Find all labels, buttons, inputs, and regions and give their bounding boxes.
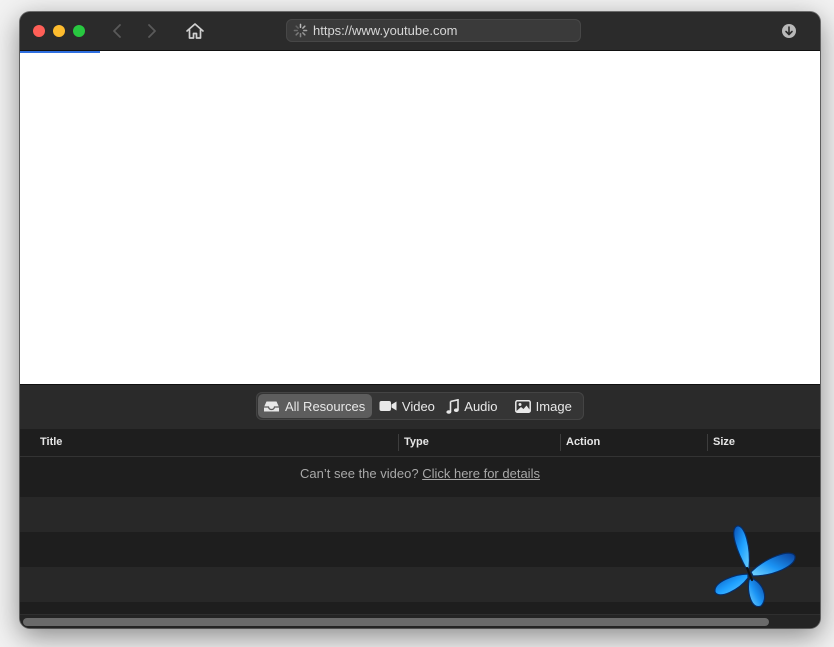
column-header-type[interactable]: Type [404, 436, 429, 448]
app-window: https://www.youtube.com All Resources Vi… [20, 12, 820, 628]
details-link[interactable]: Click here for details [422, 466, 540, 481]
column-header-action[interactable]: Action [566, 436, 600, 448]
maximize-window-button[interactable] [73, 25, 85, 37]
column-header-size[interactable]: Size [713, 436, 735, 448]
column-divider[interactable] [560, 434, 561, 451]
title-bar: https://www.youtube.com [20, 12, 820, 51]
filter-audio-label: Audio [464, 398, 498, 414]
photo-icon [514, 399, 531, 413]
home-button[interactable] [184, 21, 206, 41]
horizontal-scrollbar[interactable] [20, 614, 820, 628]
resources-table-header: Title Type Action Size [20, 429, 820, 457]
table-row: Can’t see the video? Click here for deta… [20, 457, 820, 497]
address-bar[interactable]: https://www.youtube.com [286, 19, 581, 42]
home-icon [186, 23, 204, 39]
back-button[interactable] [107, 22, 127, 40]
download-arrow-icon [782, 24, 796, 38]
video-camera-icon [379, 401, 397, 411]
table-row [20, 497, 820, 532]
chevron-left-icon [113, 24, 121, 38]
filter-toolbar: All Resources Video Audio Image [20, 384, 820, 429]
table-row [20, 532, 820, 567]
url-text[interactable]: https://www.youtube.com [313, 23, 458, 38]
column-divider[interactable] [398, 434, 399, 451]
scrollbar-thumb[interactable] [23, 618, 769, 626]
resources-panel: All Resources Video Audio Image Title Ty… [20, 384, 820, 628]
close-window-button[interactable] [33, 25, 45, 37]
filter-video[interactable]: Video [374, 394, 441, 418]
table-row [20, 567, 820, 602]
music-note-icon [446, 398, 460, 414]
filter-image-label: Image [535, 398, 572, 414]
filter-audio[interactable]: Audio [441, 394, 509, 418]
minimize-window-button[interactable] [53, 25, 65, 37]
column-header-title[interactable]: Title [40, 436, 62, 448]
page-load-progress-bar [20, 51, 100, 53]
inbox-tray-icon [264, 401, 279, 411]
filter-video-label: Video [401, 398, 435, 414]
forward-button[interactable] [142, 22, 162, 40]
loading-spinner-icon [293, 23, 308, 38]
help-notice-text: Can’t see the video? [300, 466, 419, 481]
help-notice: Can’t see the video? Click here for deta… [20, 466, 820, 481]
downloads-button[interactable] [781, 23, 797, 39]
butterfly-mascot-icon [714, 525, 796, 608]
web-content-view[interactable] [20, 51, 820, 384]
table-row [20, 602, 820, 614]
resource-filter-segmented-control: All Resources Video Audio Image [256, 392, 584, 420]
column-divider[interactable] [707, 434, 708, 451]
chevron-right-icon [148, 24, 156, 38]
filter-image[interactable]: Image [510, 394, 584, 418]
filter-all-resources-label: All Resources [285, 398, 366, 414]
filter-all-resources[interactable]: All Resources [258, 394, 372, 418]
